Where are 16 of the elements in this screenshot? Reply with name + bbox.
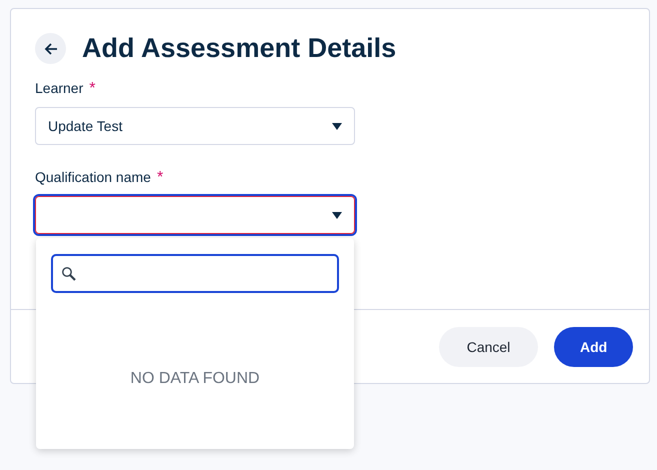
required-mark: * — [156, 169, 164, 187]
search-field[interactable] — [51, 254, 339, 293]
required-mark: * — [89, 80, 96, 98]
caret-icon — [332, 122, 342, 130]
back-arrow-icon — [42, 40, 58, 56]
caret-icon — [332, 212, 342, 218]
select-field[interactable]: Update Test — [35, 107, 355, 145]
search-icon — [61, 266, 77, 282]
dialog-title: Add Assessment Details — [82, 33, 396, 64]
cancel-button[interactable]: Cancel — [439, 326, 538, 366]
empty-message: NO DATA FOUND — [129, 370, 261, 388]
field-label: Qualification name — [35, 169, 151, 187]
back-button[interactable] — [35, 33, 66, 64]
field-label: Learner — [35, 80, 84, 98]
select-field[interactable] — [35, 196, 355, 234]
add-button[interactable]: Add — [554, 326, 633, 366]
